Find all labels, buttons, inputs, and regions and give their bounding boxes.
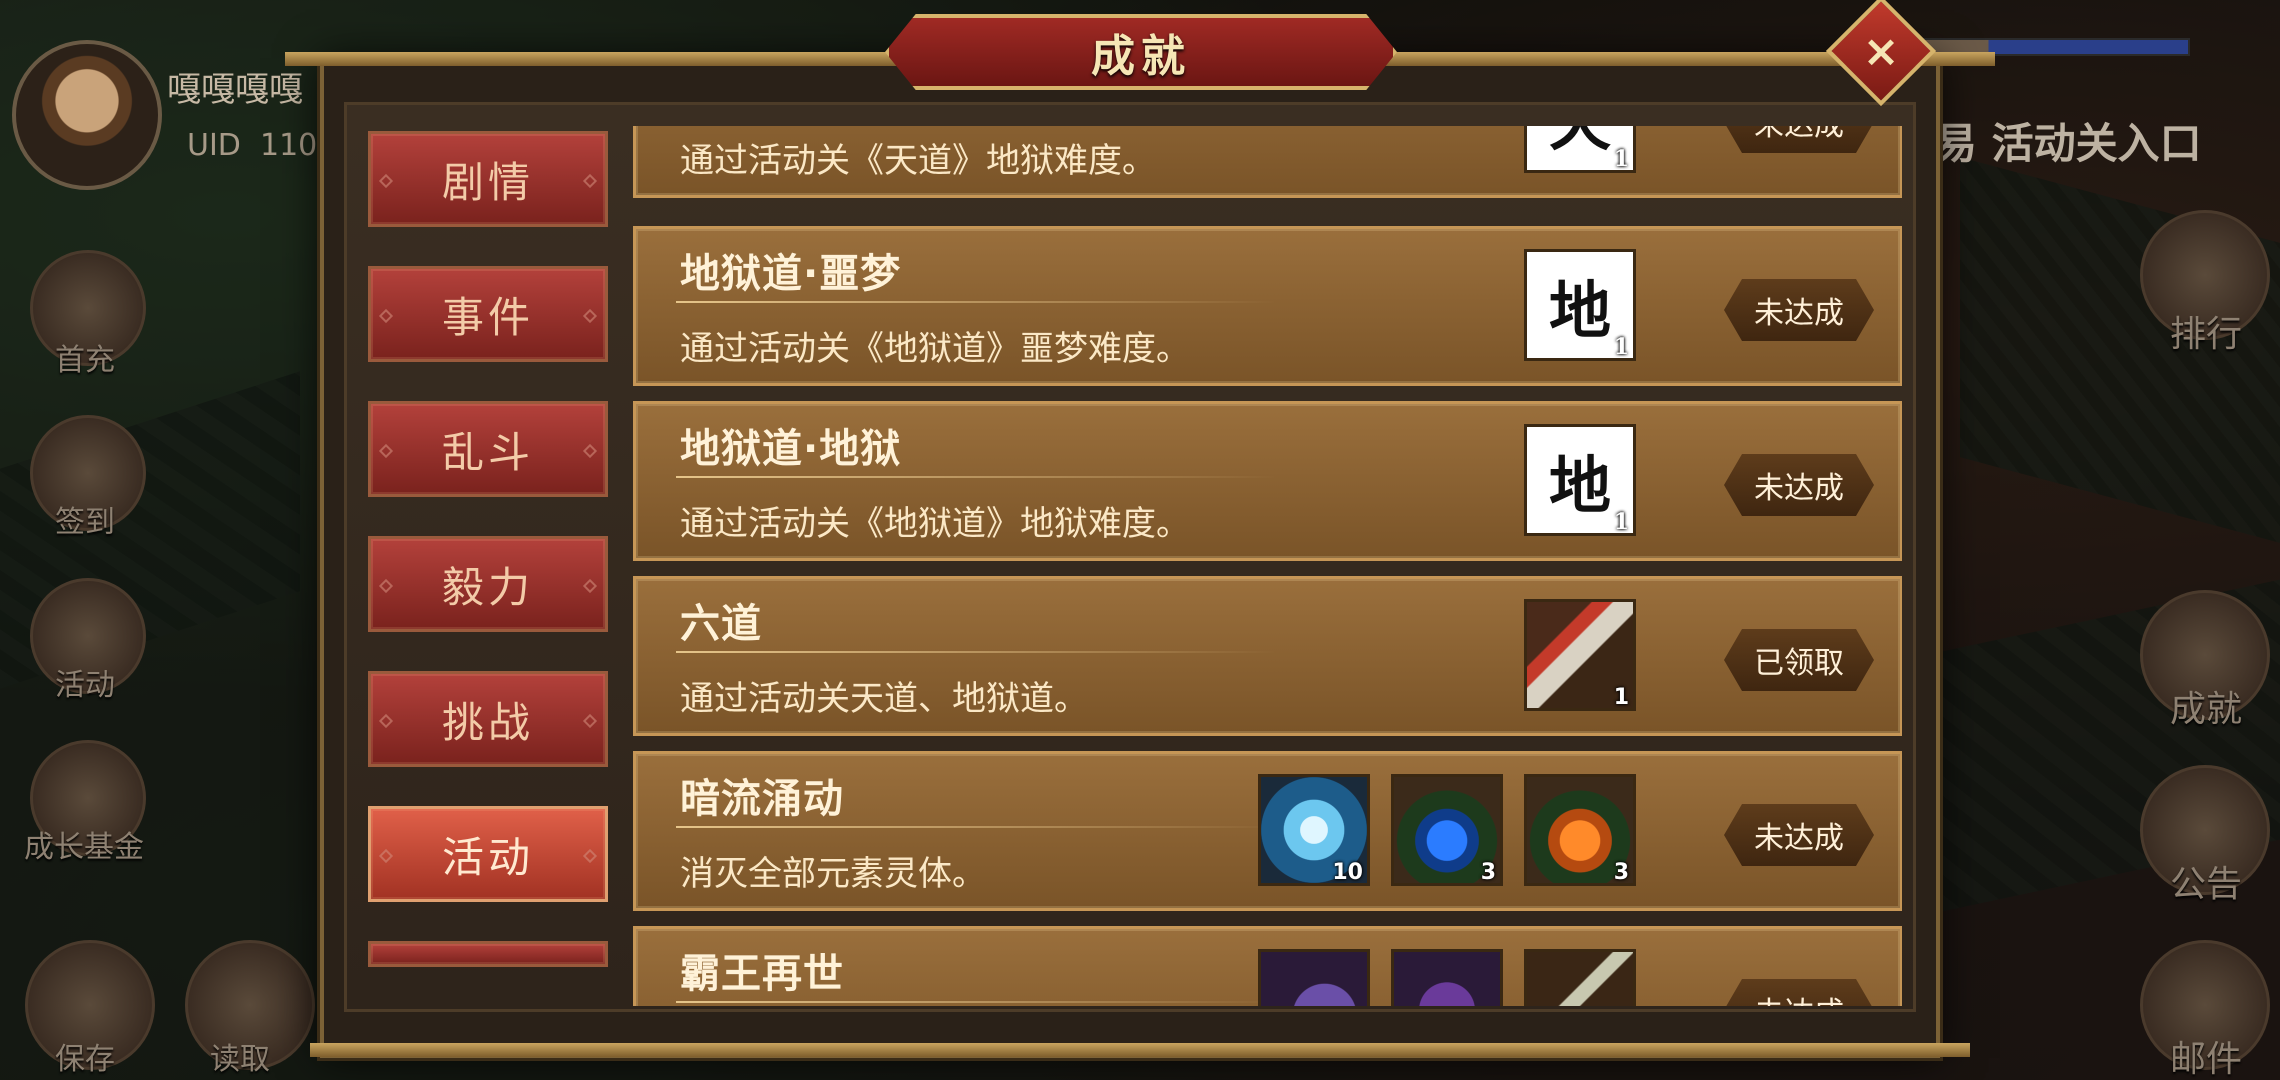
reward-qty: 3 xyxy=(1480,860,1496,885)
ranking-label: 排行 xyxy=(2170,314,2243,355)
blue-fruit-icon[interactable]: 3 xyxy=(1391,774,1503,886)
first-recharge-label: 首充 xyxy=(55,343,115,378)
tab-ornament-icon xyxy=(582,173,598,189)
tab-label: 活动 xyxy=(441,832,534,882)
divider xyxy=(676,1001,1276,1003)
orange-fruit-icon[interactable]: 3 xyxy=(1524,774,1636,886)
tab-label: 剧情 xyxy=(441,157,534,207)
tab-label: 乱斗 xyxy=(441,427,534,477)
achievement-desc: 通过活动关天道、地狱道。 xyxy=(680,679,1088,719)
achievement-row: 霸王再世 未达成 xyxy=(633,926,1902,1006)
tab-label: 毅力 xyxy=(441,562,534,612)
tab-perseverance[interactable]: 毅力 xyxy=(368,536,608,632)
weapon-icon[interactable]: 1 xyxy=(1524,599,1636,711)
mail-label: 邮件 xyxy=(2170,1039,2243,1080)
tab-label: 事件 xyxy=(441,292,534,342)
status-button[interactable]: 未达成 xyxy=(1724,979,1874,1006)
status-button[interactable]: 未达成 xyxy=(1724,804,1874,866)
divider xyxy=(676,651,1276,653)
tab-ornament-icon xyxy=(582,848,598,864)
achievement-desc: 消灭全部元素灵体。 xyxy=(680,854,986,894)
uid-label: UID xyxy=(187,128,241,163)
tab-story[interactable]: 剧情 xyxy=(368,131,608,227)
announcement-label: 公告 xyxy=(2170,864,2243,905)
spear-icon[interactable] xyxy=(1524,949,1636,1006)
divider xyxy=(676,301,1276,303)
growth-fund-label: 成长基金 xyxy=(24,830,144,865)
save-label: 保存 xyxy=(55,1042,115,1077)
player-uid: UID 1101 xyxy=(187,128,336,163)
achievement-row: 六道 通过活动关天道、地狱道。 1 已领取 xyxy=(633,576,1902,736)
player-name: 嘎嘎嘎嘎 xyxy=(167,70,303,110)
tab-ornament-icon xyxy=(378,848,394,864)
achievement-list[interactable]: 通过活动关《天道》地狱难度。 天 1 未达成 地狱道·噩梦 通过活动关《地狱道》… xyxy=(628,126,1902,1006)
event-label: 活动 xyxy=(55,668,115,703)
tab-melee[interactable]: 乱斗 xyxy=(368,401,608,497)
tab-ornament-icon xyxy=(582,713,598,729)
reward-qty: 3 xyxy=(1613,860,1629,885)
tab-ornament-icon xyxy=(378,308,394,324)
tab-partial[interactable] xyxy=(368,941,608,967)
status-button[interactable]: 未达成 xyxy=(1724,454,1874,516)
achievement-desc: 通过活动关《地狱道》地狱难度。 xyxy=(680,504,1190,544)
achievement-label: 成就 xyxy=(2170,689,2243,730)
reward-glyph: 地 xyxy=(1548,449,1611,522)
reward-qty: 1 xyxy=(1613,509,1629,535)
achievement-desc: 通过活动关《地狱道》噩梦难度。 xyxy=(680,329,1190,369)
event-entrance-banner[interactable]: 易 活动关入口 xyxy=(1935,110,2202,171)
achievement-title: 暗流涌动 xyxy=(680,776,844,822)
achievement-row: 地狱道·噩梦 通过活动关《地狱道》噩梦难度。 地 1 未达成 xyxy=(633,226,1902,386)
achievement-title: 六道 xyxy=(680,601,762,647)
tab-challenge[interactable]: 挑战 xyxy=(368,671,608,767)
divider xyxy=(676,826,1276,828)
reward-item[interactable]: 地 1 xyxy=(1524,424,1636,536)
sign-in-label: 签到 xyxy=(55,505,115,540)
load-label: 读取 xyxy=(210,1042,270,1077)
tab-activity[interactable]: 活动 xyxy=(368,806,608,902)
status-button[interactable]: 未达成 xyxy=(1724,279,1874,341)
reward-glyph: 地 xyxy=(1548,274,1611,347)
tab-ornament-icon xyxy=(378,443,394,459)
reward-qty: 10 xyxy=(1332,860,1363,885)
tab-label: 挑战 xyxy=(441,697,534,747)
reward-qty: 1 xyxy=(1613,334,1629,360)
reward-qty: 1 xyxy=(1613,685,1629,710)
bottom-gold-rail xyxy=(310,1043,1970,1057)
tab-ornament-icon xyxy=(582,578,598,594)
ice-crystal-icon[interactable]: 10 xyxy=(1258,774,1370,886)
achievement-title: 地狱道·噩梦 xyxy=(680,251,902,297)
tab-ornament-icon xyxy=(378,713,394,729)
achievement-title: 地狱道·地狱 xyxy=(680,426,902,472)
achievement-row: 通过活动关《天道》地狱难度。 天 1 未达成 xyxy=(633,126,1902,198)
reward-glyph: 天 xyxy=(1549,126,1611,162)
modal-title: 成就 xyxy=(1091,31,1191,82)
tab-ornament-icon xyxy=(378,578,394,594)
status-button[interactable]: 已领取 xyxy=(1724,629,1874,691)
tab-events[interactable]: 事件 xyxy=(368,266,608,362)
reward-qty: 1 xyxy=(1613,146,1629,172)
tab-ornament-icon xyxy=(378,173,394,189)
tab-ornament-icon xyxy=(582,308,598,324)
status-button[interactable]: 未达成 xyxy=(1724,126,1874,153)
achievement-row: 地狱道·地狱 通过活动关《地狱道》地狱难度。 地 1 未达成 xyxy=(633,401,1902,561)
armor-icon[interactable] xyxy=(1258,949,1370,1006)
reward-item[interactable]: 天 1 xyxy=(1524,126,1636,173)
reward-item[interactable]: 地 1 xyxy=(1524,249,1636,361)
achievement-desc: 通过活动关《天道》地狱难度。 xyxy=(680,141,1156,181)
tab-ornament-icon xyxy=(582,443,598,459)
divider xyxy=(676,476,1276,478)
avatar[interactable] xyxy=(12,40,162,190)
achievement-row: 暗流涌动 消灭全部元素灵体。 10 3 3 未达成 xyxy=(633,751,1902,911)
armor-icon[interactable] xyxy=(1391,949,1503,1006)
achievement-title: 霸王再世 xyxy=(680,951,844,997)
